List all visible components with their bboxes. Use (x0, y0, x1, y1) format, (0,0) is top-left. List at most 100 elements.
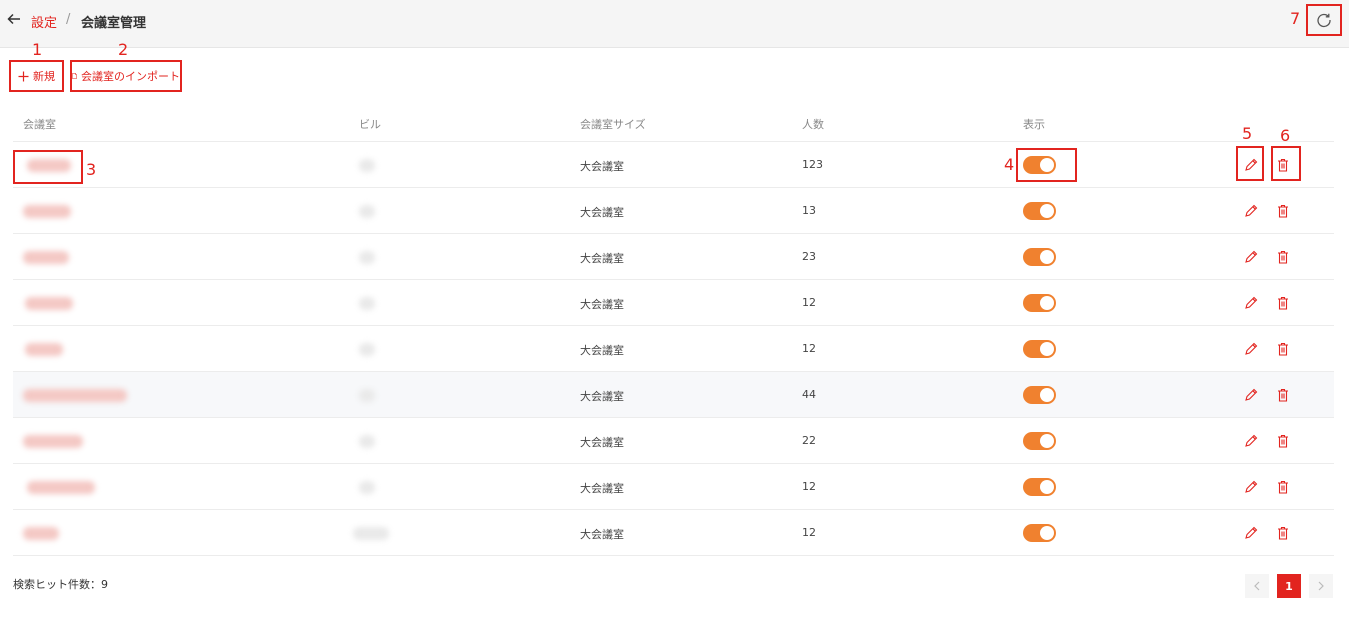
edit-button[interactable] (1242, 478, 1260, 496)
people-count: 22 (802, 434, 816, 447)
delete-button[interactable] (1274, 248, 1292, 266)
import-rooms-button[interactable]: 会議室のインポート (70, 60, 182, 92)
pencil-icon (1245, 296, 1258, 309)
room-size: 大会議室 (580, 436, 624, 449)
pencil-icon (1245, 480, 1258, 493)
delete-button[interactable] (1274, 478, 1292, 496)
building-name (359, 389, 375, 402)
display-toggle[interactable] (1023, 386, 1056, 404)
column-header-size: 会議室サイズ (580, 118, 646, 131)
annotation-box-6 (1271, 146, 1301, 181)
edit-button[interactable] (1242, 432, 1260, 450)
file-icon (72, 73, 77, 79)
display-toggle[interactable] (1023, 432, 1056, 450)
table-row: 大会議室 123 (13, 142, 1334, 188)
people-count: 13 (802, 204, 816, 217)
pencil-icon (1245, 342, 1258, 355)
delete-button[interactable] (1274, 432, 1292, 450)
pencil-icon (1245, 526, 1258, 539)
table-row: 大会議室 22 (13, 418, 1334, 464)
delete-button[interactable] (1274, 386, 1292, 404)
edit-button[interactable] (1242, 294, 1260, 312)
building-name (359, 205, 375, 218)
people-count: 23 (802, 250, 816, 263)
delete-button[interactable] (1274, 294, 1292, 312)
pagination-prev-button[interactable] (1245, 574, 1269, 598)
delete-button[interactable] (1274, 202, 1292, 220)
annotation-2: 2 (118, 40, 129, 59)
edit-button[interactable] (1242, 248, 1260, 266)
trash-icon (1278, 480, 1288, 494)
trash-icon (1278, 342, 1288, 356)
table-header: 会議室 ビル 会議室サイズ 人数 表示 (13, 104, 1334, 142)
display-toggle[interactable] (1023, 340, 1056, 358)
room-size: 大会議室 (580, 160, 624, 173)
building-name (359, 343, 375, 356)
annotation-3: 3 (86, 160, 97, 179)
room-name-link[interactable] (25, 343, 63, 356)
room-name-link[interactable] (23, 205, 71, 218)
room-name-link[interactable] (27, 481, 95, 494)
table-row: 大会議室 23 (13, 234, 1334, 280)
building-name (353, 527, 389, 540)
room-size: 大会議室 (580, 528, 624, 541)
refresh-button[interactable] (1306, 4, 1342, 36)
annotation-box-3 (13, 150, 83, 184)
pagination-next-button[interactable] (1309, 574, 1333, 598)
breadcrumb-separator: / (66, 12, 71, 27)
edit-button[interactable] (1242, 202, 1260, 220)
trash-icon (1278, 250, 1288, 264)
building-name (359, 159, 375, 172)
people-count: 12 (802, 480, 816, 493)
column-header-display: 表示 (1023, 118, 1045, 131)
back-arrow-icon[interactable] (6, 11, 22, 27)
page-title: 会議室管理 (81, 16, 147, 31)
import-button-label: 会議室のインポート (81, 70, 180, 83)
trash-icon (1278, 296, 1288, 310)
trash-icon (1278, 526, 1288, 540)
table-row: 大会議室 13 (13, 188, 1334, 234)
room-size: 大会議室 (580, 390, 624, 403)
room-name-link[interactable] (25, 297, 73, 310)
annotation-box-5 (1236, 146, 1264, 181)
table-row: 大会議室 12 (13, 510, 1334, 556)
pagination-page-1[interactable]: 1 (1277, 574, 1301, 598)
pencil-icon (1245, 250, 1258, 263)
building-name (359, 435, 375, 448)
edit-button[interactable] (1242, 386, 1260, 404)
room-size: 大会議室 (580, 482, 624, 495)
room-name-link[interactable] (23, 435, 83, 448)
new-button[interactable]: 新規 (9, 60, 64, 92)
display-toggle[interactable] (1023, 202, 1056, 220)
display-toggle[interactable] (1023, 478, 1056, 496)
edit-button[interactable] (1242, 524, 1260, 542)
display-toggle[interactable] (1023, 248, 1056, 266)
display-toggle[interactable] (1023, 524, 1056, 542)
people-count: 12 (802, 526, 816, 539)
delete-button[interactable] (1274, 524, 1292, 542)
pencil-icon (1245, 204, 1258, 217)
table-row: 大会議室 12 (13, 280, 1334, 326)
trash-icon (1278, 204, 1288, 218)
pencil-icon (1245, 434, 1258, 447)
room-name-link[interactable] (23, 527, 59, 540)
chevron-right-icon (1318, 581, 1324, 591)
annotation-1: 1 (32, 40, 43, 59)
room-size: 大会議室 (580, 298, 624, 311)
plus-icon (18, 71, 29, 81)
trash-icon (1278, 434, 1288, 448)
annotation-5: 5 (1242, 124, 1253, 143)
people-count: 12 (802, 296, 816, 309)
delete-button[interactable] (1274, 340, 1292, 358)
table-row: 大会議室 44 (13, 372, 1334, 418)
room-name-link[interactable] (23, 251, 69, 264)
edit-button[interactable] (1242, 340, 1260, 358)
breadcrumb-settings-link[interactable]: 設定 (31, 12, 57, 31)
room-name-link[interactable] (23, 389, 127, 402)
display-toggle[interactable] (1023, 294, 1056, 312)
annotation-4: 4 (1004, 155, 1015, 174)
search-hit-count: 検索ヒット件数：9 (13, 578, 108, 591)
chevron-left-icon (1254, 581, 1260, 591)
annotation-7: 7 (1290, 9, 1301, 28)
table-row: 大会議室 12 (13, 326, 1334, 372)
